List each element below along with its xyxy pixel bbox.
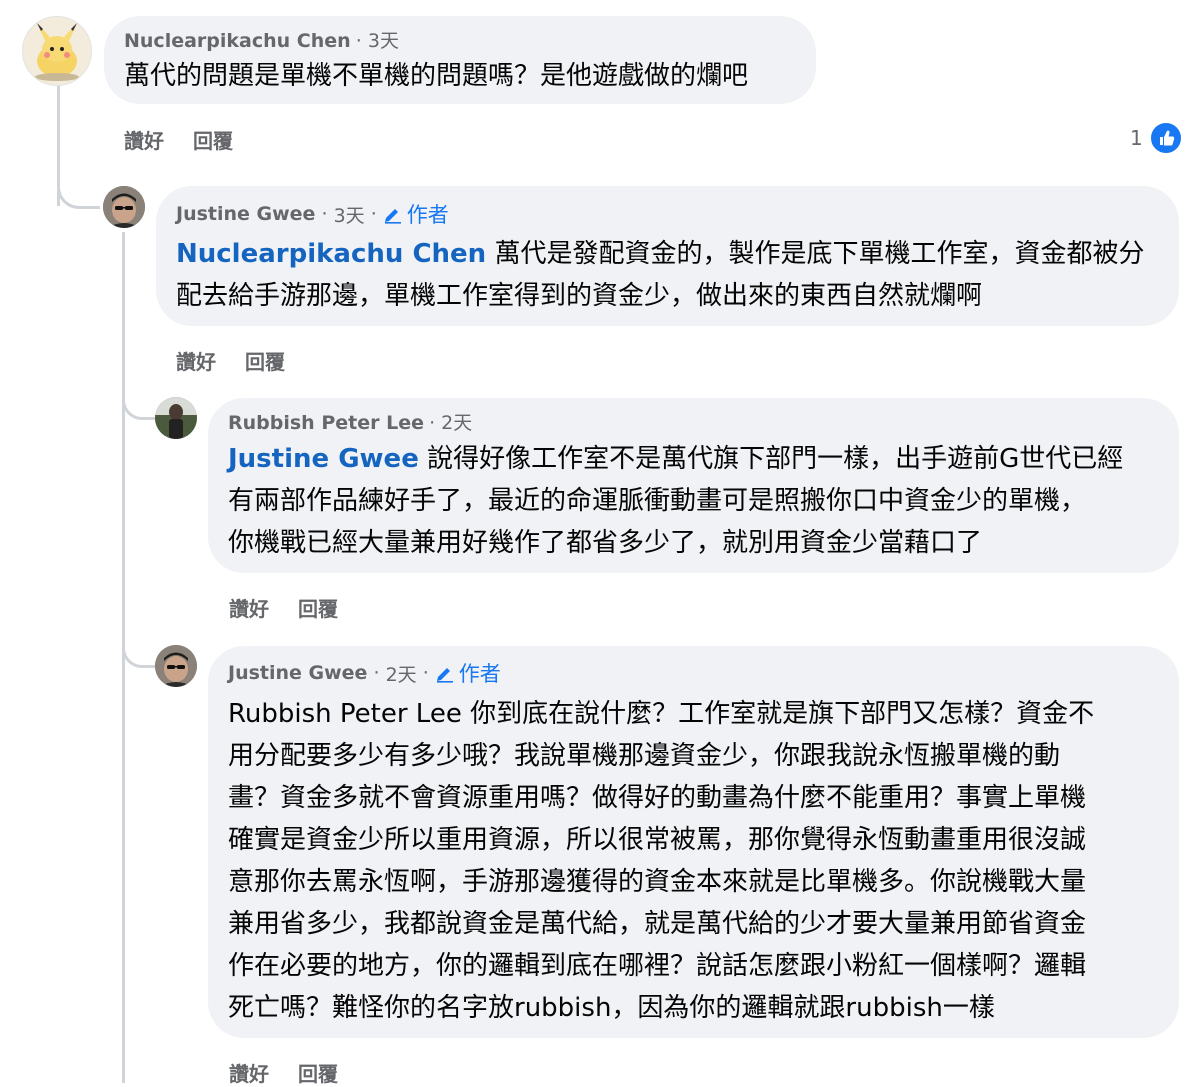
comment-text: 萬代的問題是單機不單機的問題嗎？是他遊戲做的爛吧	[124, 61, 749, 91]
separator-dot: ·	[416, 662, 435, 684]
separator-dot: ·	[429, 412, 442, 434]
comment-author[interactable]: Nuclearpikachu Chen	[124, 30, 351, 52]
comment-text: Justine Gwee 說得好像工作室不是萬代旗下部門一樣，出手遊前G世代已經	[228, 438, 1123, 480]
author-badge: 作者	[406, 203, 449, 227]
separator-dot: ·	[367, 662, 386, 684]
comment-bubble: Justine Gwee · 3天 · 作者 Nuclearpikachu Ch…	[156, 186, 1179, 326]
comment-text-line: 兼用省多少，我都說資金是萬代給，就是萬代給的少才要大量兼用節省資金	[228, 909, 1087, 939]
avatar[interactable]	[103, 186, 145, 228]
like-button[interactable]: 讚好	[176, 346, 216, 375]
comment-text-line: 說得好像工作室不是萬代旗下部門一樣，出手遊前G世代已經	[427, 444, 1124, 474]
comment-time[interactable]: 3天	[368, 30, 399, 52]
thread-curve-2	[122, 395, 155, 420]
comment-text-line: 作在必要的地方，你的邏輯到底在哪裡？說話怎麼跟小粉紅一個樣啊？邏輯	[228, 951, 1087, 981]
pencil-icon	[383, 204, 403, 224]
reaction-count[interactable]: 1	[1130, 121, 1183, 155]
comment-author[interactable]: Justine Gwee	[176, 203, 315, 225]
avatar[interactable]	[155, 397, 197, 439]
thumbs-up-icon	[1148, 121, 1183, 155]
comment-bubble: Justine Gwee · 2天 · 作者 Rubbish Peter Lee…	[208, 646, 1179, 1038]
comment-text-line: 畫？資金多就不會資源重用嗎？做得好的動畫為什麼不能重用？事實上單機	[228, 783, 1087, 813]
separator-dot: ·	[355, 30, 368, 52]
comment-time[interactable]: 2天	[441, 412, 472, 434]
mention-link[interactable]: Justine Gwee	[228, 444, 419, 474]
comment-text-line: 你機戰已經大量兼用好幾作了都省多少了，就別用資金少當藉口了	[228, 528, 983, 558]
comment-text-line: 死亡嗎？難怪你的名字放rubbish，因為你的邏輯就跟rubbish一樣	[228, 993, 995, 1023]
avatar[interactable]	[22, 16, 92, 86]
comment-text-line: 意那你去罵永恆啊，手游那邊獲得的資金本來就是比單機多。你說機戰大量	[228, 867, 1087, 897]
pencil-icon	[435, 663, 455, 683]
reply-button[interactable]: 回覆	[245, 346, 285, 375]
comment-bubble: Nuclearpikachu Chen · 3天 萬代的問題是單機不單機的問題嗎…	[104, 16, 816, 104]
separator-dot: ·	[364, 203, 383, 225]
like-button[interactable]: 讚好	[124, 125, 164, 154]
reply-button[interactable]: 回覆	[193, 125, 233, 154]
comment-text-line: 萬代是發配資金的，製作是底下單機工作室，資金都被分	[494, 239, 1145, 269]
comment-bubble: Rubbish Peter Lee · 2天 Justine Gwee 說得好像…	[208, 398, 1179, 573]
comment-text: Nuclearpikachu Chen 萬代是發配資金的，製作是底下單機工作室，…	[176, 233, 1144, 275]
comment-time[interactable]: 3天	[334, 201, 365, 228]
separator-dot: ·	[315, 203, 334, 225]
reaction-count-label: 1	[1130, 126, 1143, 150]
comment-text-line: 有兩部作品練好手了，最近的命運脈衝動畫可是照搬你口中資金少的單機，	[228, 486, 1087, 516]
like-button[interactable]: 讚好	[229, 593, 269, 622]
comment-author[interactable]: Justine Gwee	[228, 662, 367, 684]
avatar[interactable]	[155, 645, 197, 687]
mention-link[interactable]: Nuclearpikachu Chen	[176, 239, 486, 269]
reply-button[interactable]: 回覆	[298, 593, 338, 622]
comment-text-line: Rubbish Peter Lee 你到底在說什麼？工作室就是旗下部門又怎樣？資…	[228, 699, 1095, 729]
comment-text-line: 配去給手游那邊，單機工作室得到的資金少，做出來的東西自然就爛啊	[176, 281, 983, 311]
author-badge: 作者	[458, 662, 501, 686]
comment-text-line: 用分配要多少有多少哦？我說單機那邊資金少，你跟我說永恆搬單機的動	[228, 741, 1061, 771]
comment-author[interactable]: Rubbish Peter Lee	[228, 412, 424, 434]
comment-time[interactable]: 2天	[386, 660, 417, 687]
comment-text-line: 確實是資金少所以重用資源，所以很常被罵，那你覺得永恆動畫重用很沒誠	[228, 825, 1087, 855]
thread-curve-3	[122, 643, 155, 668]
thread-curve-1	[57, 180, 100, 209]
